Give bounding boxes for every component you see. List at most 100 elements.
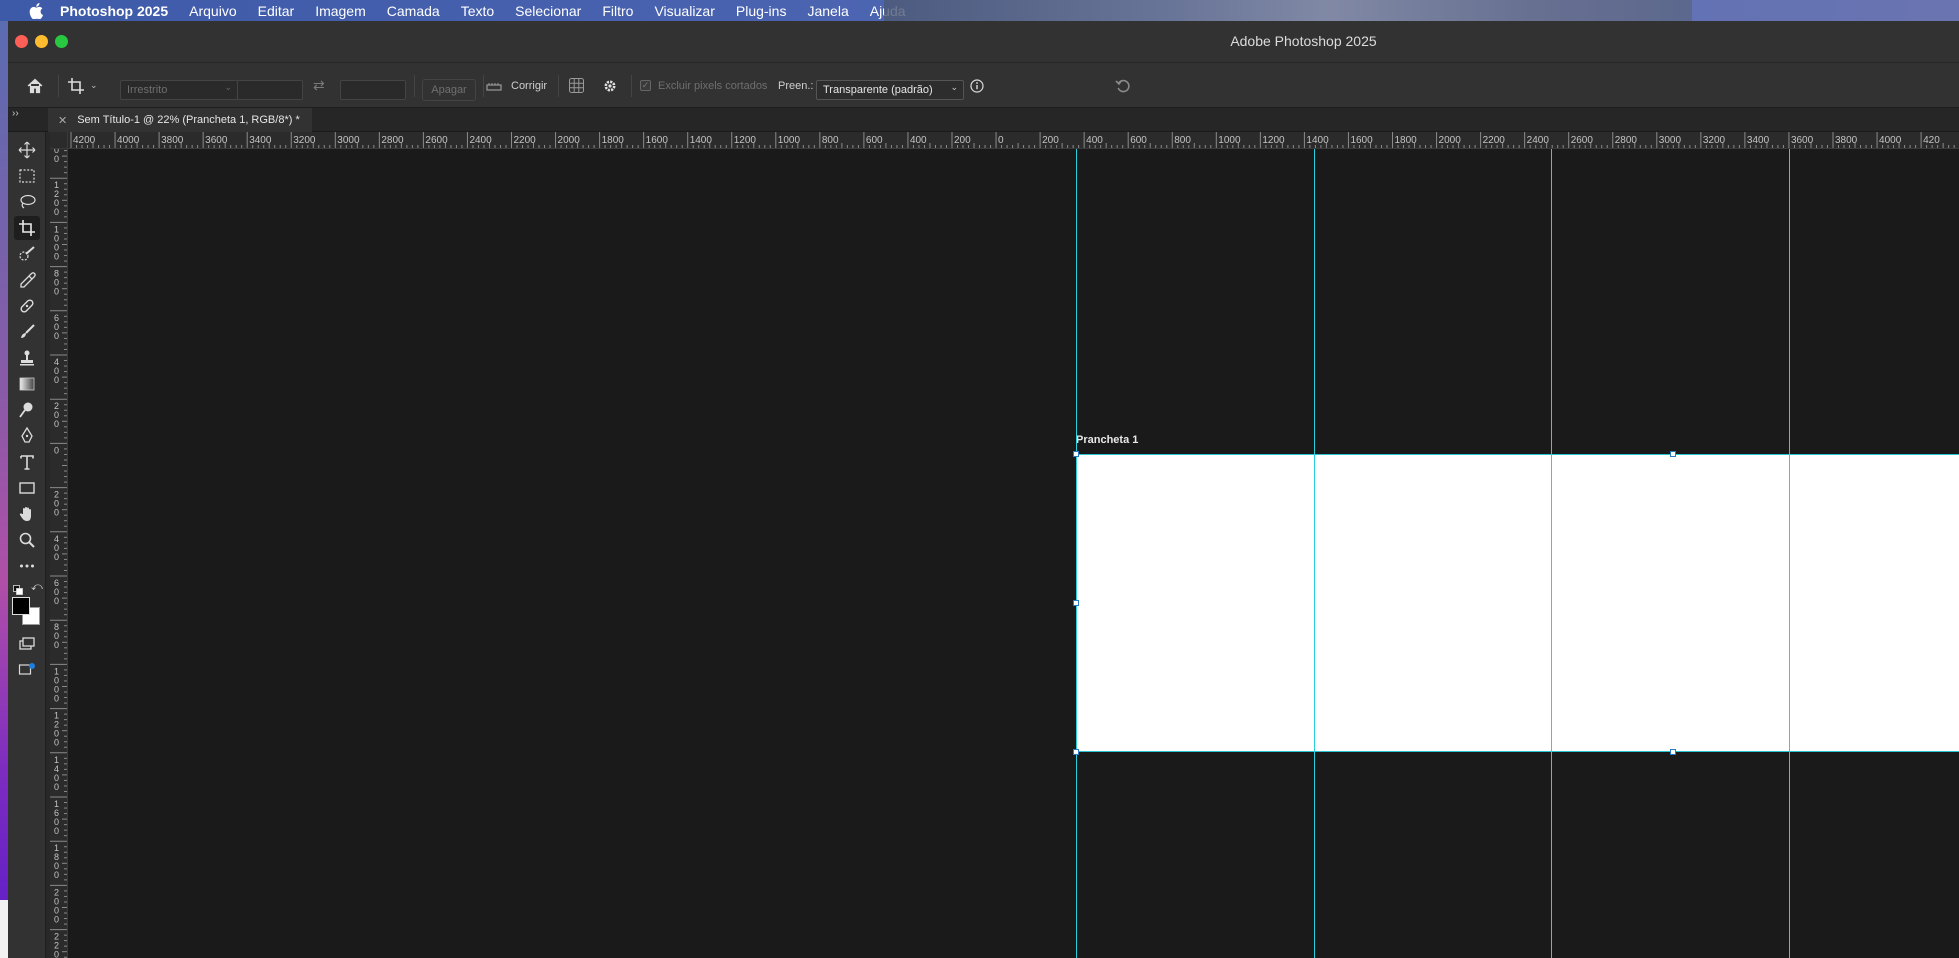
ruler-label: 0 <box>998 135 1004 146</box>
ruler-label: 400 <box>910 135 927 146</box>
artboard-handle-middle-left[interactable] <box>1073 600 1079 606</box>
artboard-handle-top-left[interactable] <box>1073 451 1079 457</box>
zoom-tool-icon[interactable] <box>14 528 40 552</box>
ruler-label: 3200 <box>1703 135 1726 146</box>
options-divider <box>558 75 559 97</box>
ruler-label: 200 <box>954 135 971 146</box>
ruler-label: 800 <box>1174 135 1191 146</box>
ruler-label: 420 <box>1923 135 1940 146</box>
reset-icon[interactable] <box>1114 63 1132 108</box>
menu-imagem[interactable]: Imagem <box>315 3 366 19</box>
ruler-label: 0 <box>54 154 59 164</box>
home-icon[interactable] <box>26 63 44 108</box>
clone-stamp-tool-icon[interactable] <box>14 346 40 370</box>
ruler-label: 1600 <box>646 135 669 146</box>
default-colors-icon[interactable] <box>13 582 23 595</box>
rectangle-tool-icon[interactable] <box>14 476 40 500</box>
apple-icon[interactable] <box>26 2 46 19</box>
crop-tool-icon[interactable] <box>14 216 40 240</box>
ruler-label: 1400 <box>690 135 713 146</box>
menu-filtro[interactable]: Filtro <box>602 3 633 19</box>
desktop-wallpaper-strip <box>0 21 8 958</box>
vertical-guide[interactable] <box>1551 149 1552 958</box>
vertical-ruler[interactable]: 4001200100080060040020002004006008001000… <box>50 149 68 958</box>
dodge-tool-icon[interactable] <box>14 398 40 422</box>
menu-texto[interactable]: Texto <box>461 3 494 19</box>
quick-selection-tool-icon[interactable] <box>14 242 40 266</box>
move-tool-icon[interactable] <box>14 138 40 162</box>
swap-colors-icon[interactable]: ⤺ <box>31 581 43 594</box>
ruler-label: 200 <box>1042 135 1059 146</box>
canvas-area[interactable]: Prancheta 1 <box>68 149 1959 958</box>
ruler-label: 2600 <box>1571 135 1594 146</box>
ratio-select[interactable]: Irrestrito ⌄ <box>120 80 238 100</box>
chevron-down-icon: ⌄ <box>950 82 958 92</box>
ruler-label: 2200 <box>514 135 537 146</box>
ruler-label: 4000 <box>1879 135 1902 146</box>
artboard-label[interactable]: Prancheta 1 <box>1076 434 1138 446</box>
menu-app-name[interactable]: Photoshop 2025 <box>60 3 168 19</box>
fill-select[interactable]: Transparente (padrão) ⌄ <box>816 80 964 100</box>
ruler-label: 2000 <box>558 135 581 146</box>
screen-mode-icon[interactable] <box>14 658 40 682</box>
vertical-guide[interactable] <box>1789 149 1790 958</box>
straighten-label[interactable]: Corrigir <box>511 63 547 108</box>
delete-cropped-checkbox[interactable]: ✓ Excluir pixels cortados <box>640 63 767 108</box>
document-tab[interactable]: ✕ Sem Título-1 @ 22% (Prancheta 1, RGB/8… <box>48 108 312 132</box>
gradient-tool-icon[interactable] <box>14 372 40 396</box>
vertical-guide[interactable] <box>1314 149 1315 958</box>
ruler-label: 1000 <box>778 135 801 146</box>
macos-menubar: Photoshop 2025 Arquivo Editar Imagem Cam… <box>0 0 1959 21</box>
marquee-tool-icon[interactable] <box>14 164 40 188</box>
checkbox-check-icon: ✓ <box>640 80 651 91</box>
menu-janela[interactable]: Janela <box>807 3 848 19</box>
overlay-grid-icon[interactable] <box>568 63 585 108</box>
healing-brush-tool-icon[interactable] <box>14 294 40 318</box>
width-input[interactable] <box>237 80 303 100</box>
ruler-label: 4000 <box>117 135 140 146</box>
lasso-tool-icon[interactable] <box>14 190 40 214</box>
height-input[interactable] <box>340 80 406 100</box>
ruler-label: 1400 <box>1306 135 1329 146</box>
ruler-label: 600 <box>1130 135 1147 146</box>
horizontal-ruler[interactable]: 4200 4000 3800 3600 3400 3200 3000 2800 2600 2400… <box>68 132 1959 149</box>
menu-camada[interactable]: Camada <box>387 3 440 19</box>
ruler-label: 3800 <box>161 135 184 146</box>
type-tool-icon[interactable] <box>14 450 40 474</box>
artboard-handle-bottom-left[interactable] <box>1073 749 1079 755</box>
artboard-handle-top-middle[interactable] <box>1670 451 1676 457</box>
menu-selecionar[interactable]: Selecionar <box>515 3 581 19</box>
swap-icon[interactable]: ⇄ <box>313 63 325 108</box>
tools-panel: ›› ⤺ <box>8 108 46 958</box>
eyedropper-tool-icon[interactable] <box>14 268 40 292</box>
vertical-guide[interactable] <box>1076 149 1077 958</box>
ruler-label: 2000 <box>1439 135 1462 146</box>
menubar-wallpaper <box>884 0 1692 21</box>
pen-tool-icon[interactable] <box>14 424 40 448</box>
hand-tool-icon[interactable] <box>14 502 40 526</box>
brush-tool-icon[interactable] <box>14 320 40 344</box>
menu-visualizar[interactable]: Visualizar <box>654 3 714 19</box>
close-tab-icon[interactable]: ✕ <box>58 114 67 127</box>
ruler-label: 0 <box>54 914 59 924</box>
menu-plugins[interactable]: Plug-ins <box>736 3 787 19</box>
ruler-label: 0 <box>54 552 59 562</box>
desktop-strip-bottom <box>0 900 8 958</box>
straighten-icon[interactable] <box>485 63 503 108</box>
crop-preset-icon[interactable]: ⌄ <box>67 63 98 108</box>
info-icon[interactable] <box>970 63 984 108</box>
ruler-label: 0 <box>54 640 59 650</box>
expand-toolbar-icon[interactable]: ›› <box>12 108 19 119</box>
menu-arquivo[interactable]: Arquivo <box>189 3 236 19</box>
clear-button[interactable]: Apagar <box>422 79 476 101</box>
artboard-handle-bottom-middle[interactable] <box>1670 749 1676 755</box>
chevron-down-icon: ⌄ <box>90 80 98 90</box>
gear-icon[interactable] <box>602 63 618 108</box>
foreground-color-swatch[interactable] <box>12 597 30 615</box>
artboard[interactable] <box>1076 454 1959 752</box>
screen: Photoshop 2025 Arquivo Editar Imagem Cam… <box>0 0 1959 958</box>
more-tools-icon[interactable] <box>14 554 40 578</box>
options-divider <box>631 75 632 97</box>
menu-editar[interactable]: Editar <box>258 3 295 19</box>
quick-mask-icon[interactable] <box>14 632 40 656</box>
